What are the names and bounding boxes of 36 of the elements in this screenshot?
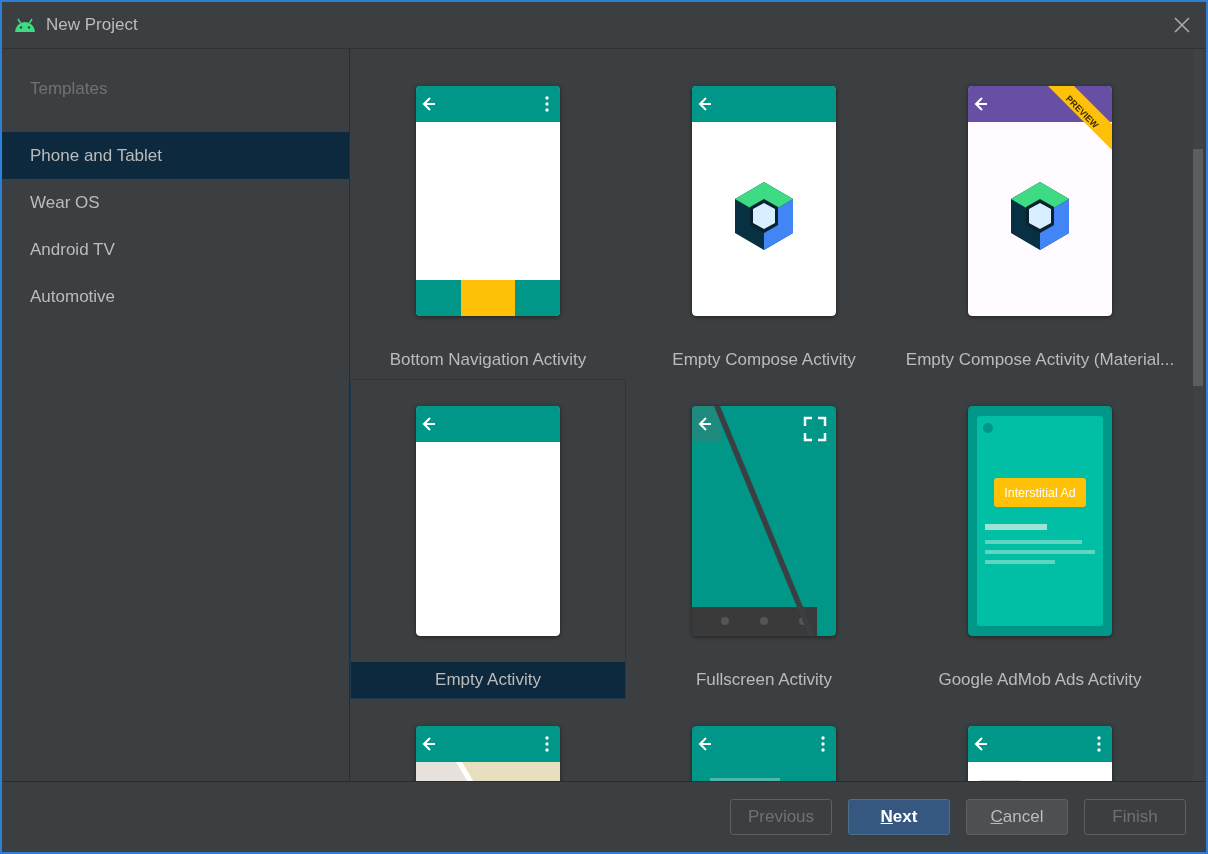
back-arrow-icon (698, 97, 712, 111)
template-card[interactable]: Empty Activity (350, 379, 626, 699)
more-icon (821, 736, 825, 752)
ad-label: Interstitial Ad (1004, 486, 1076, 500)
back-arrow-icon (974, 737, 988, 751)
dialog-button[interactable]: Next (848, 799, 950, 835)
sidebar-item[interactable]: Automotive (2, 273, 349, 320)
back-arrow-icon (974, 97, 988, 111)
sidebar-item[interactable]: Android TV (2, 226, 349, 273)
compose-logo-icon (1011, 182, 1069, 250)
template-card[interactable]: Fullscreen Activity (626, 379, 902, 699)
template-label: Empty Compose Activity (671, 349, 857, 371)
template-label: Empty Compose Activity (Material... (904, 349, 1176, 371)
more-icon (545, 96, 549, 112)
template-label: Bottom Navigation Activity (388, 349, 588, 371)
template-card[interactable]: Empty Compose Activity (626, 59, 902, 379)
dialog-button[interactable]: Cancel (966, 799, 1068, 835)
sidebar-item[interactable]: Phone and Tablet (2, 132, 349, 179)
back-arrow-icon (698, 417, 712, 431)
template-label: Google AdMob Ads Activity (937, 669, 1143, 691)
back-arrow-icon (422, 97, 436, 111)
template-card[interactable]: Interstitial Ad Google AdMob Ads Activity (902, 379, 1178, 699)
android-icon (14, 18, 36, 32)
template-label: Fullscreen Activity (694, 669, 833, 691)
template-label: Empty Activity (351, 662, 625, 698)
back-arrow-icon (422, 737, 436, 751)
fullscreen-icon (803, 416, 827, 442)
back-arrow-icon (698, 737, 712, 751)
more-icon (545, 736, 549, 752)
more-icon (1097, 736, 1101, 752)
close-icon[interactable] (1172, 15, 1192, 35)
template-card[interactable]: Bottom Navigation Activity (350, 59, 626, 379)
compose-logo-icon (735, 182, 793, 250)
sidebar-item[interactable]: Wear OS (2, 179, 349, 226)
back-arrow-icon (422, 417, 436, 431)
window-title: New Project (46, 15, 139, 35)
